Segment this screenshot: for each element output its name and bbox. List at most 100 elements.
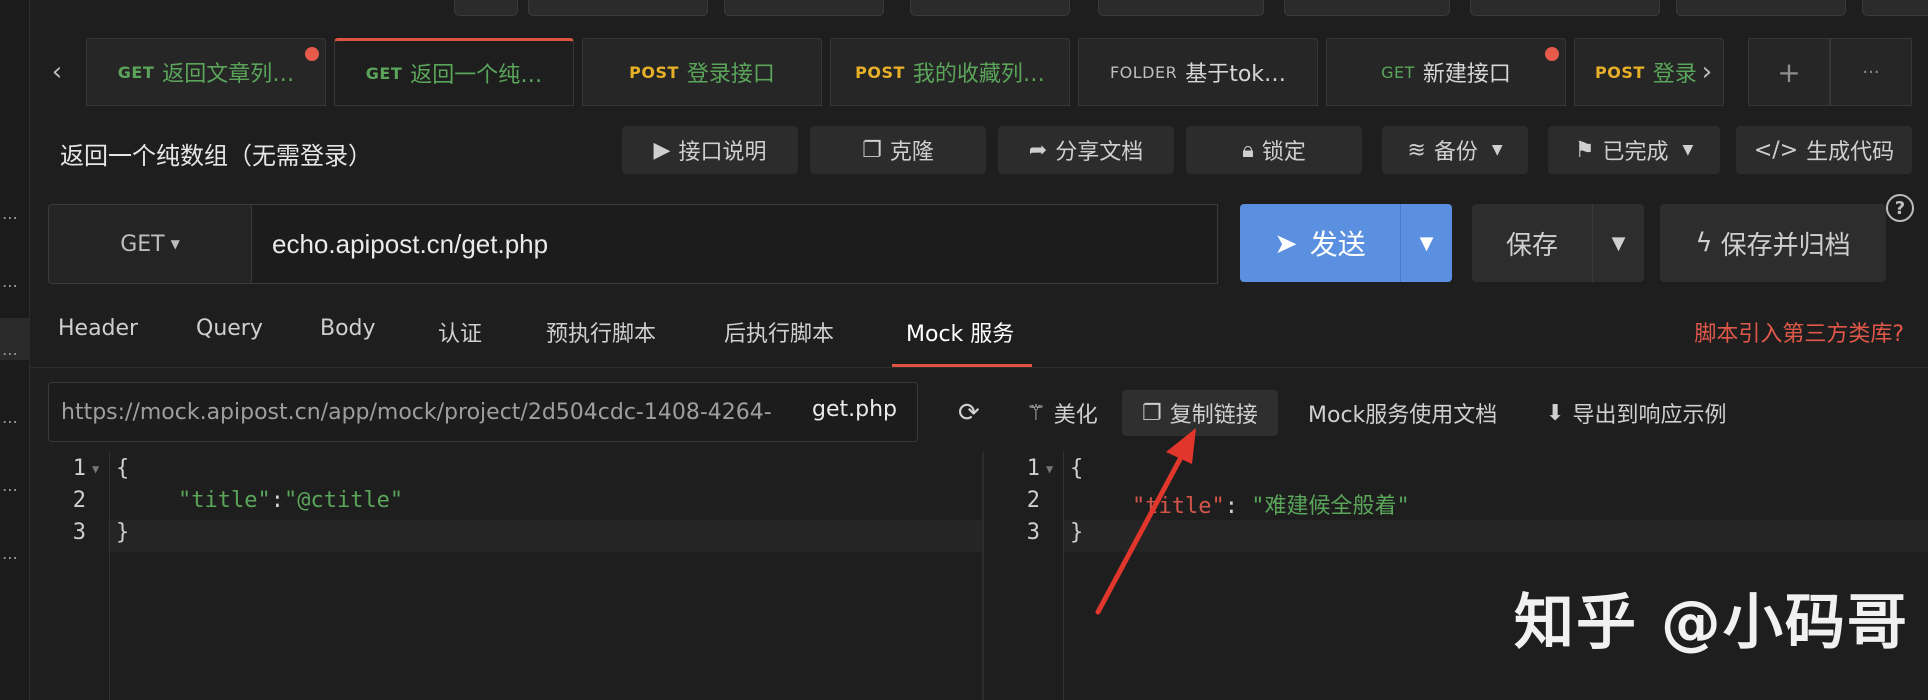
tab-mock-service[interactable]: Mock 服务 bbox=[906, 316, 1014, 348]
generate-code-button[interactable]: </> 生成代码 bbox=[1736, 126, 1912, 174]
refresh-icon[interactable]: ⟳ bbox=[958, 390, 980, 436]
send-button[interactable]: ➤ 发送 bbox=[1240, 204, 1400, 282]
play-icon: ▶ bbox=[653, 137, 671, 163]
brace: } bbox=[116, 520, 130, 545]
beautify-button[interactable]: ⚚ 美化 bbox=[1026, 390, 1098, 436]
json-colon: : bbox=[270, 488, 284, 513]
top-toolbar-button[interactable] bbox=[454, 0, 518, 16]
title-row: 返回一个纯数组（无需登录） ▶ 接口说明 ❐ 克隆 ➦ 分享文档 🔒︎ 锁定 ≋… bbox=[30, 106, 1928, 194]
lock-label: 锁定 bbox=[1261, 140, 1306, 165]
line-number: 3 bbox=[72, 520, 86, 545]
lock-button[interactable]: 🔒︎ 锁定 bbox=[1186, 126, 1362, 174]
line-number: 2 bbox=[1026, 488, 1040, 513]
left-rail: ⋯ ⋯ ⋯ ⋯ ⋯ ⋯ bbox=[0, 0, 30, 700]
save-dropdown-button[interactable]: ▼ bbox=[1592, 204, 1644, 282]
api-doc-label: 接口说明 bbox=[678, 140, 767, 165]
request-sub-tabs: Header Query Body 认证 预执行脚本 后执行脚本 Mock 服务… bbox=[30, 300, 1928, 368]
fold-icon[interactable]: ▼ bbox=[1046, 462, 1053, 476]
mock-url-suffix: get.php bbox=[812, 397, 897, 422]
mock-template-editor[interactable]: 1 ▼ 2 3 { "title":"@ctitle" } bbox=[30, 452, 982, 700]
chevron-right-icon[interactable]: › bbox=[1680, 38, 1734, 106]
active-line-highlight bbox=[110, 520, 982, 552]
tab-more-button[interactable]: ··· bbox=[1830, 38, 1912, 106]
share-icon: ➦ bbox=[1028, 137, 1048, 163]
code-line: "title": "难建候全般着" bbox=[1132, 488, 1410, 520]
copy-link-button[interactable]: ❐ 复制链接 bbox=[1122, 390, 1278, 436]
json-value: "@ctitle" bbox=[283, 488, 404, 513]
more-icon[interactable]: ⋯ bbox=[2, 414, 18, 430]
tab-item[interactable]: POST 登录接口 bbox=[582, 38, 822, 106]
top-toolbar-button[interactable] bbox=[1098, 0, 1264, 16]
tab-label: 返回文章列… bbox=[162, 62, 295, 87]
api-doc-button[interactable]: ▶ 接口说明 bbox=[622, 126, 798, 174]
magic-wand-icon: ⚚ bbox=[1026, 400, 1046, 426]
save-button[interactable]: 保存 bbox=[1472, 204, 1592, 282]
help-icon[interactable]: ? bbox=[1886, 194, 1914, 222]
status-dropdown[interactable]: ⚑ 已完成 ▼ bbox=[1548, 126, 1720, 174]
more-icon[interactable]: ⋯ bbox=[2, 210, 18, 226]
tab-header[interactable]: Header bbox=[58, 316, 138, 341]
save-archive-label: 保存并归档 bbox=[1720, 230, 1851, 261]
method-select[interactable]: GET ▼ bbox=[48, 204, 252, 284]
tab-post-script[interactable]: 后执行脚本 bbox=[724, 316, 834, 348]
json-value: "难建候全般着" bbox=[1251, 494, 1410, 519]
top-toolbar-button[interactable] bbox=[1862, 0, 1928, 16]
brace: { bbox=[116, 456, 130, 481]
top-toolbar-button[interactable] bbox=[528, 0, 708, 16]
share-doc-button[interactable]: ➦ 分享文档 bbox=[998, 126, 1174, 174]
more-icon[interactable]: ⋯ bbox=[2, 550, 18, 566]
code-line: } bbox=[1070, 520, 1083, 545]
tab-item[interactable]: FOLDER 基于tok… bbox=[1078, 38, 1318, 106]
send-label: 发送 bbox=[1309, 228, 1366, 261]
code-icon: </> bbox=[1753, 137, 1799, 163]
mock-docs-link[interactable]: Mock服务使用文档 bbox=[1308, 390, 1497, 436]
clone-button[interactable]: ❐ 克隆 bbox=[810, 126, 986, 174]
backup-button[interactable]: ≋ 备份 ▼ bbox=[1382, 126, 1528, 174]
active-tab-indicator bbox=[892, 364, 1032, 367]
top-toolbar-button[interactable] bbox=[910, 0, 1070, 16]
copy-icon: ❐ bbox=[862, 137, 882, 163]
more-icon[interactable]: ⋯ bbox=[2, 482, 18, 498]
top-toolbar-button[interactable] bbox=[1284, 0, 1450, 16]
add-tab-button[interactable]: + bbox=[1748, 38, 1830, 106]
tab-item[interactable]: POST 我的收藏列… bbox=[830, 38, 1070, 106]
top-toolbar-button[interactable] bbox=[724, 0, 884, 16]
tab-label: 我的收藏列… bbox=[912, 62, 1045, 87]
watermark: 知乎 @小码哥 bbox=[1514, 588, 1909, 658]
copy-link-label: 复制链接 bbox=[1169, 403, 1258, 428]
more-icon[interactable]: ⋯ bbox=[2, 278, 18, 294]
brace: { bbox=[1070, 456, 1084, 481]
more-icon[interactable]: ⋯ bbox=[2, 346, 18, 362]
send-dropdown-button[interactable]: ▼ bbox=[1400, 204, 1452, 282]
unsaved-dot-icon bbox=[1545, 47, 1559, 61]
tab-item-active[interactable]: GET 返回一个纯… bbox=[334, 38, 574, 106]
url-input[interactable] bbox=[252, 204, 1218, 284]
mock-url-text: https://mock.apipost.cn/app/mock/project… bbox=[61, 399, 772, 425]
tab-body[interactable]: Body bbox=[320, 316, 376, 341]
chevron-left-icon[interactable]: ‹ bbox=[30, 38, 84, 106]
clipboard-icon: ❐ bbox=[1142, 400, 1162, 426]
tab-query[interactable]: Query bbox=[196, 316, 263, 341]
tab-pre-script[interactable]: 预执行脚本 bbox=[546, 316, 656, 348]
line-gutter: 1 ▼ 2 3 bbox=[984, 452, 1064, 700]
tab-method: GET bbox=[117, 62, 155, 82]
top-toolbar-button[interactable] bbox=[1470, 0, 1660, 16]
fold-icon[interactable]: ▼ bbox=[92, 462, 99, 476]
top-toolbar-button[interactable] bbox=[1676, 0, 1846, 16]
line-number: 1 bbox=[72, 456, 86, 481]
tab-auth[interactable]: 认证 bbox=[438, 316, 482, 348]
code-line: { bbox=[116, 456, 129, 481]
script-library-link[interactable]: 脚本引入第三方类库? bbox=[1694, 316, 1904, 348]
generate-code-label: 生成代码 bbox=[1806, 140, 1895, 165]
active-line-highlight bbox=[1064, 520, 1928, 552]
tab-item[interactable]: GET 新建接口 bbox=[1326, 38, 1566, 106]
save-archive-button[interactable]: ϟ 保存并归档 bbox=[1660, 204, 1886, 282]
export-response-button[interactable]: ⬇ 导出到响应示例 bbox=[1546, 390, 1726, 436]
mock-url-field[interactable]: https://mock.apipost.cn/app/mock/project… bbox=[48, 382, 918, 442]
method-label: GET bbox=[120, 231, 165, 257]
line-gutter: 1 ▼ 2 3 bbox=[30, 452, 110, 700]
clone-label: 克隆 bbox=[889, 140, 934, 165]
code-line: } bbox=[116, 520, 129, 545]
line-number: 3 bbox=[1026, 520, 1040, 545]
tab-item[interactable]: GET 返回文章列… bbox=[86, 38, 326, 106]
